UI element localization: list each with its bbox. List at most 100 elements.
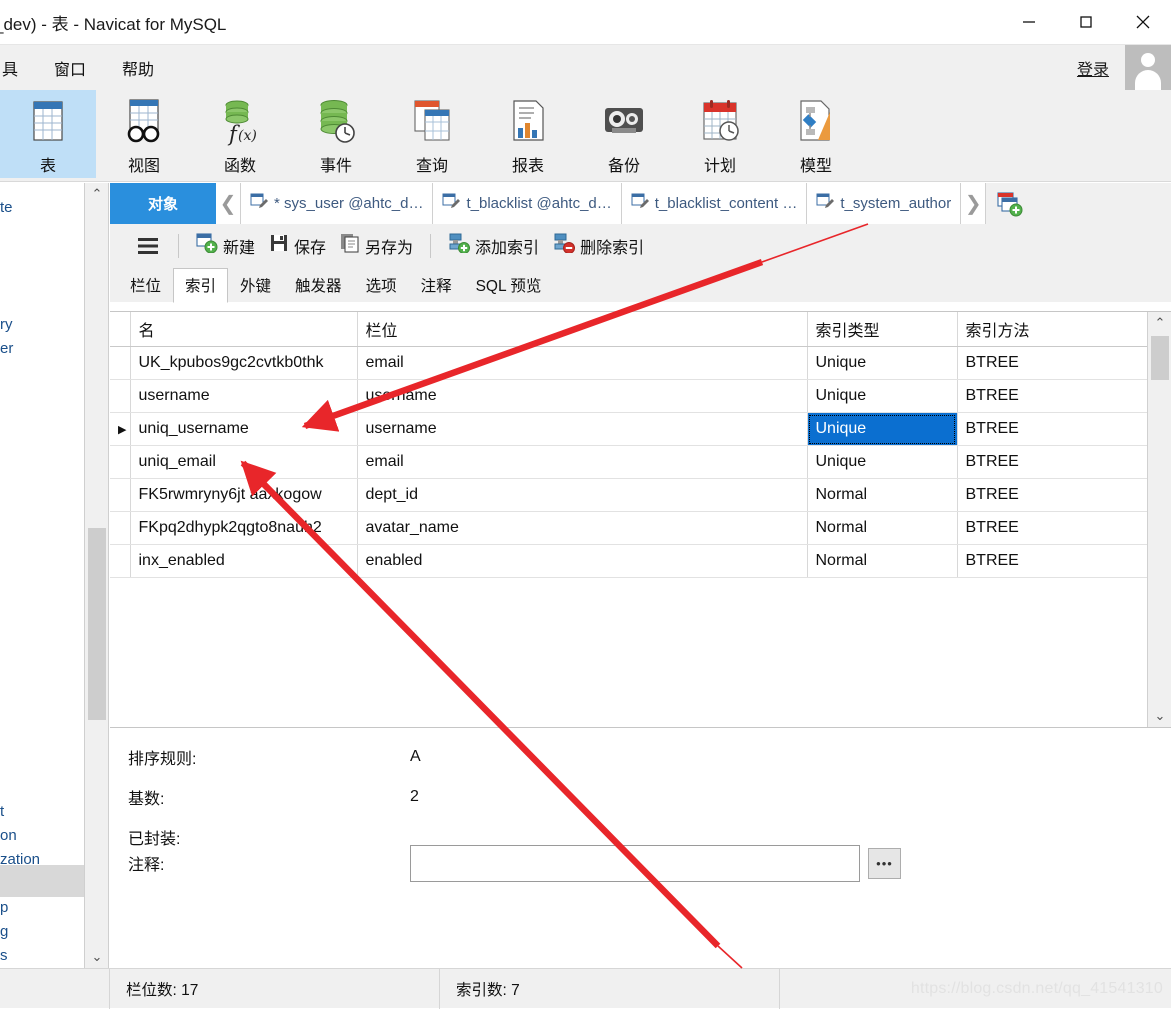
cell-index-type[interactable]: Unique [807, 445, 958, 479]
cell-index-field[interactable]: dept_id [357, 478, 808, 512]
avatar[interactable] [1125, 45, 1171, 90]
ribbon-item-table[interactable]: 表 [0, 90, 96, 178]
cell-index-method[interactable]: BTREE [957, 445, 1148, 479]
grid-scrollbar[interactable]: ⌃ ⌄ [1147, 312, 1171, 727]
menu-item-tools[interactable]: 具 [0, 52, 36, 84]
cell-index-field[interactable]: enabled [357, 544, 808, 578]
sidebar-item-label[interactable]: g [0, 923, 8, 940]
cell-index-field[interactable]: email [357, 346, 808, 380]
cell-index-type[interactable]: Unique [807, 379, 958, 413]
tab-prev-button[interactable]: ❮ [216, 183, 241, 224]
ribbon-item-query[interactable]: 查询 [384, 90, 480, 178]
minimize-button[interactable] [1000, 0, 1057, 44]
subtab-fields[interactable]: 栏位 [118, 268, 173, 302]
column-header-type[interactable]: 索引类型 [807, 312, 958, 347]
menu-item-window[interactable]: 窗口 [36, 52, 104, 84]
cell-index-type[interactable]: Normal [807, 544, 958, 578]
table-row[interactable]: UK_kpubos9gc2cvtkb0thk email Unique BTRE… [110, 346, 1148, 380]
cell-index-name[interactable]: UK_kpubos9gc2cvtkb0thk [130, 346, 358, 380]
cell-index-type[interactable]: Normal [807, 478, 958, 512]
cell-index-name[interactable]: FK5rwmryny6jt aaxkogow [130, 478, 358, 512]
tab-sys-user[interactable]: * sys_user @ahtc_d… [241, 183, 434, 224]
tab-objects[interactable]: 对象 [110, 183, 216, 224]
column-header-name[interactable]: 名 [130, 312, 358, 347]
object-sidebar[interactable]: te ry er t on zation p g s [0, 183, 85, 968]
login-link[interactable]: 登录 [1061, 56, 1125, 80]
sidebar-item-label[interactable]: zation [0, 851, 40, 868]
tab-t-blacklist[interactable]: t_blacklist @ahtc_d… [433, 183, 622, 224]
cell-index-name[interactable]: FKpq2dhypk2qgto8nauh2 [130, 511, 358, 545]
scroll-down-icon[interactable]: ⌄ [85, 946, 109, 968]
tab-t-blacklist-content[interactable]: t_blacklist_content … [621, 183, 808, 224]
ribbon-item-report[interactable]: 报表 [480, 90, 576, 178]
property-value[interactable]: 2 [410, 788, 419, 806]
subtab-sql-preview[interactable]: SQL 预览 [464, 268, 554, 302]
add-index-button[interactable]: 添加索引 [441, 230, 546, 261]
delete-index-button[interactable]: 删除索引 [546, 230, 651, 261]
comment-input[interactable] [410, 844, 860, 882]
cell-index-field[interactable]: avatar_name [357, 511, 808, 545]
cell-index-name[interactable]: uniq_email [130, 445, 358, 479]
ribbon-item-model[interactable]: 模型 [768, 90, 864, 178]
tab-t-system-author[interactable]: t_system_author [807, 183, 962, 224]
new-table-icon[interactable] [986, 183, 1033, 224]
tab-next-button[interactable]: ❯ [961, 183, 987, 224]
subtab-comment[interactable]: 注释 [409, 268, 464, 302]
sidebar-item-label[interactable]: p [0, 899, 8, 916]
cell-index-name[interactable]: username [130, 379, 358, 413]
scroll-up-icon[interactable]: ⌃ [85, 183, 109, 205]
cell-index-name[interactable]: inx_enabled [130, 544, 358, 578]
subtab-indexes[interactable]: 索引 [173, 268, 229, 303]
cell-index-name[interactable]: uniq_username [130, 412, 358, 446]
column-header-field[interactable]: 栏位 [357, 312, 808, 347]
column-header-method[interactable]: 索引方法 [957, 312, 1148, 347]
ribbon-item-event[interactable]: 事件 [288, 90, 384, 178]
subtab-options[interactable]: 选项 [354, 268, 409, 302]
scroll-up-icon[interactable]: ⌃ [1148, 312, 1171, 334]
ribbon-item-function[interactable]: f (x) 函数 [192, 90, 288, 178]
cell-index-type[interactable]: Unique [807, 412, 958, 446]
save-as-button[interactable]: 另存为 [333, 230, 420, 261]
table-row[interactable]: FKpq2dhypk2qgto8nauh2 avatar_name Normal… [110, 511, 1148, 545]
cell-index-type[interactable]: Unique [807, 346, 958, 380]
index-grid[interactable]: 名 栏位 索引类型 索引方法 UK_kpubos9gc2cvtkb0thk em… [110, 311, 1171, 727]
table-row[interactable]: username username Unique BTREE [110, 379, 1148, 413]
sidebar-item-label[interactable]: t [0, 803, 4, 820]
close-button[interactable] [1114, 0, 1171, 44]
new-index-button[interactable]: 新建 [189, 230, 262, 261]
cell-index-field[interactable]: username [357, 379, 808, 413]
sidebar-item-label[interactable]: on [0, 827, 17, 844]
ribbon-item-backup[interactable]: 备份 [576, 90, 672, 178]
table-row[interactable]: inx_enabled enabled Normal BTREE [110, 544, 1148, 578]
ribbon-item-view[interactable]: 视图 [96, 90, 192, 178]
table-row[interactable]: uniq_email email Unique BTREE [110, 445, 1148, 479]
subtab-triggers[interactable]: 触发器 [283, 268, 354, 302]
cell-index-field[interactable]: email [357, 445, 808, 479]
ribbon-item-schedule[interactable]: 计划 [672, 90, 768, 178]
scroll-down-icon[interactable]: ⌄ [1148, 705, 1171, 727]
subtab-foreign-keys[interactable]: 外键 [228, 268, 283, 302]
cell-index-method[interactable]: BTREE [957, 379, 1148, 413]
hamburger-icon[interactable] [128, 232, 168, 260]
scrollbar-thumb[interactable] [1151, 336, 1169, 380]
table-row[interactable]: FK5rwmryny6jt aaxkogow dept_id Normal BT… [110, 478, 1148, 512]
menu-item-help[interactable]: 帮助 [104, 52, 172, 84]
table-row[interactable]: ▶ uniq_username username Unique BTREE [110, 412, 1148, 446]
sidebar-scrollbar[interactable]: ⌃ ⌄ [85, 183, 109, 968]
sidebar-item-label[interactable]: s [0, 947, 8, 964]
sidebar-item-label[interactable]: te [0, 199, 13, 216]
cell-index-method[interactable]: BTREE [957, 478, 1148, 512]
cell-index-method[interactable]: BTREE [957, 511, 1148, 545]
scrollbar-thumb[interactable] [88, 528, 106, 720]
cell-index-method[interactable]: BTREE [957, 412, 1148, 446]
cell-index-method[interactable]: BTREE [957, 346, 1148, 380]
cell-index-method[interactable]: BTREE [957, 544, 1148, 578]
maximize-button[interactable] [1057, 0, 1114, 44]
sidebar-item-label[interactable]: ry [0, 316, 13, 333]
cell-index-field[interactable]: username [357, 412, 808, 446]
save-button[interactable]: 保存 [262, 230, 333, 261]
cell-index-type[interactable]: Normal [807, 511, 958, 545]
comment-ellipsis-button[interactable]: ••• [868, 847, 901, 879]
property-value[interactable]: A [410, 748, 421, 766]
sidebar-item-label[interactable]: er [0, 340, 13, 357]
